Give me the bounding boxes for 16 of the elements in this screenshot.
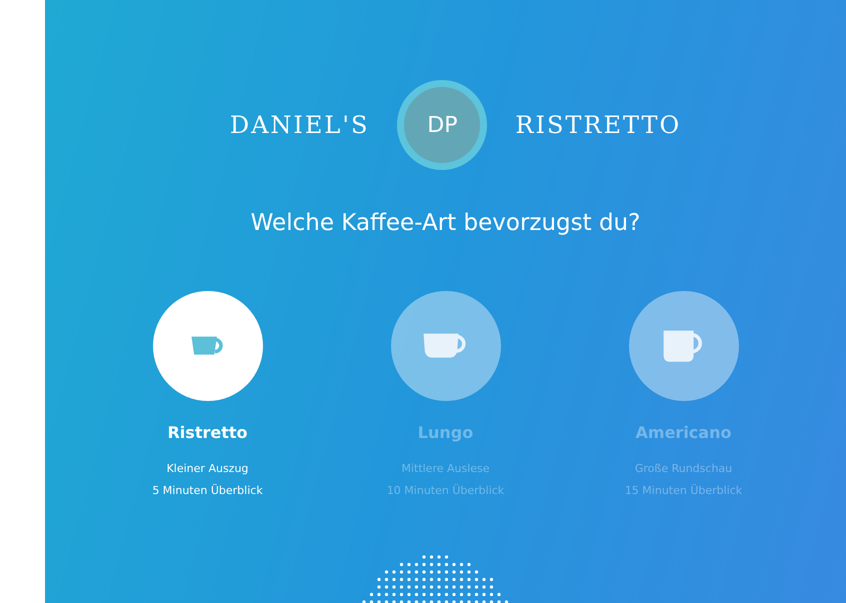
cup-icon bbox=[190, 336, 224, 356]
option-detail: 15 Minuten Überblick bbox=[624, 483, 742, 499]
question-heading: Welche Kaffee-Art bevorzugst du? bbox=[250, 210, 640, 236]
option-name: Ristretto bbox=[167, 423, 248, 442]
option-detail: 10 Minuten Überblick bbox=[386, 483, 504, 499]
cup-icon bbox=[423, 333, 468, 359]
option-detail: Mittlere Auslese bbox=[401, 461, 490, 477]
option-detail: Große Rundschau bbox=[634, 461, 732, 477]
brand-text: DANIEL'S bbox=[230, 111, 370, 139]
option-detail: 5 Minuten Überblick bbox=[152, 483, 263, 499]
cup-icon bbox=[663, 330, 704, 362]
option-name: Lungo bbox=[418, 423, 474, 442]
option-detail: Kleiner Auszug bbox=[166, 461, 248, 477]
avatar: DP bbox=[397, 80, 488, 170]
brand-text: RISTRETTO bbox=[515, 111, 682, 139]
option-name: Americano bbox=[636, 423, 732, 442]
